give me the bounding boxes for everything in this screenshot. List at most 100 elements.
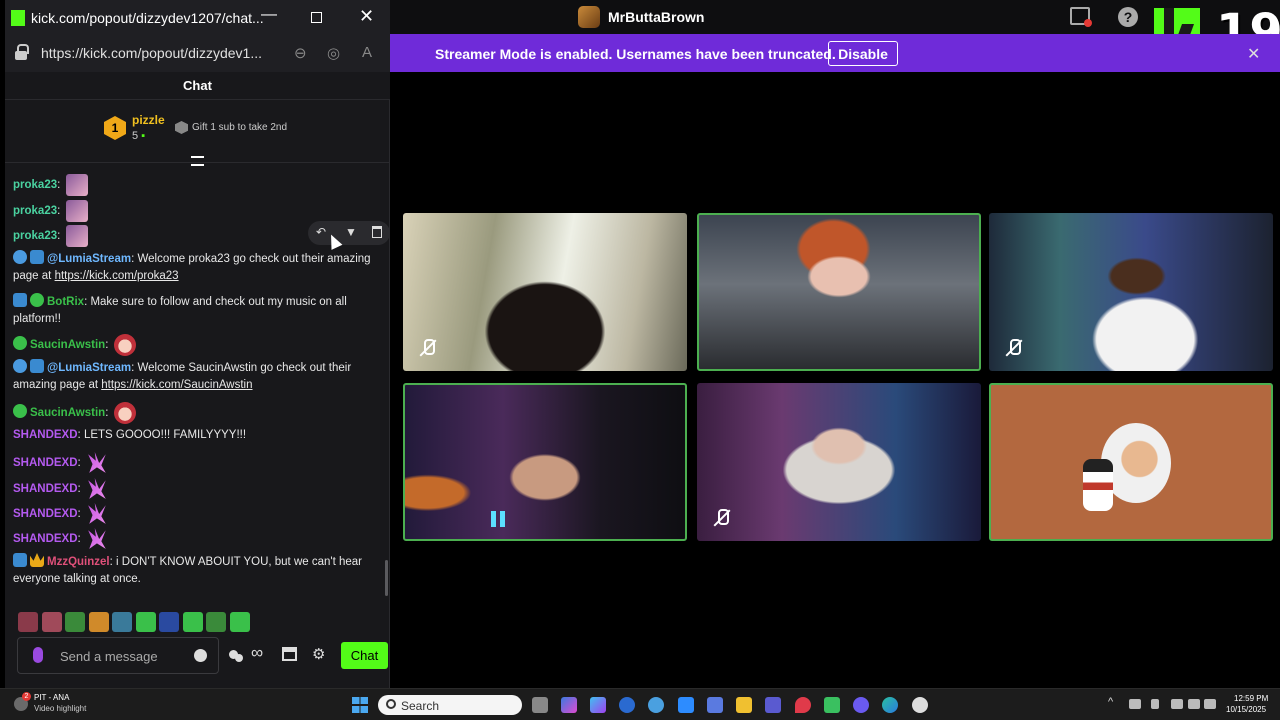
chat-username[interactable]: BotRix xyxy=(47,296,84,308)
tracking-prevention-icon[interactable]: ◎ xyxy=(327,44,340,62)
video-tile[interactable] xyxy=(989,213,1273,371)
chat-scrollbar[interactable] xyxy=(385,560,388,596)
mic-tray-icon[interactable] xyxy=(1151,699,1159,709)
chat-username[interactable]: @LumiaStream xyxy=(47,362,131,374)
chat-message[interactable]: SaucinAwstin: xyxy=(13,402,375,424)
infinity-icon[interactable]: ∞ xyxy=(251,643,263,663)
chat-message[interactable]: proka23: xyxy=(13,200,375,222)
chat-message[interactable]: proka23: xyxy=(13,174,375,196)
chat-message-link[interactable]: https://kick.com/proka23 xyxy=(55,270,179,282)
chat-message[interactable]: SHANDEXD: xyxy=(13,503,375,525)
chat-message[interactable]: BotRix: Make sure to follow and check ou… xyxy=(13,293,375,328)
browser-app-icon[interactable] xyxy=(648,697,664,713)
chat-username[interactable]: SHANDEXD xyxy=(13,508,78,520)
video-tile-active[interactable] xyxy=(403,383,687,541)
chat-username[interactable]: SHANDEXD xyxy=(13,533,78,545)
close-window-icon[interactable]: ✕ xyxy=(359,6,374,27)
quick-emote-icon[interactable] xyxy=(18,612,38,632)
tray-chevron-icon[interactable]: ^ xyxy=(1108,696,1113,708)
video-tile-avatar[interactable] xyxy=(989,383,1273,541)
chat-username[interactable]: MzzQuinzel xyxy=(47,556,110,568)
leader-name[interactable]: pizzle xyxy=(132,113,165,127)
collapse-icon[interactable] xyxy=(191,156,204,166)
message-composer[interactable] xyxy=(17,637,219,674)
quick-emote-icon[interactable] xyxy=(229,612,250,632)
copilot-icon[interactable] xyxy=(561,697,577,713)
chat-username[interactable]: SaucinAwstin xyxy=(30,339,105,351)
emoji-icon[interactable] xyxy=(194,649,207,662)
task-view-icon[interactable] xyxy=(532,697,548,713)
volume-icon[interactable] xyxy=(1188,699,1200,709)
url-text[interactable]: https://kick.com/popout/dizzydev1... xyxy=(41,45,262,61)
chat-message-link[interactable]: https://kick.com/SaucinAwstin xyxy=(101,379,252,391)
quick-emote-icon[interactable] xyxy=(41,612,62,632)
widget-subtitle[interactable]: Video highlight xyxy=(34,704,86,713)
maximize-icon[interactable] xyxy=(311,12,322,23)
chat-username[interactable]: @LumiaStream xyxy=(47,253,131,265)
chat-message[interactable]: @LumiaStream: Welcome SaucinAwstin go ch… xyxy=(13,359,375,394)
quick-emote-icon[interactable] xyxy=(112,612,132,632)
chat-username[interactable]: SHANDEXD xyxy=(13,483,78,495)
chat-username[interactable]: proka23 xyxy=(13,179,57,191)
start-windows-icon[interactable] xyxy=(352,697,368,713)
teams-icon[interactable] xyxy=(765,697,781,713)
battery-icon[interactable] xyxy=(1204,699,1216,709)
chat-username[interactable]: proka23 xyxy=(13,230,57,242)
minimize-icon[interactable]: — xyxy=(261,6,277,24)
gift-sub-text[interactable]: Gift 1 sub to take 2nd xyxy=(192,122,287,133)
microphone-icon[interactable] xyxy=(33,647,43,663)
chat-message[interactable]: proka23: xyxy=(13,225,375,247)
pause-icon[interactable] xyxy=(491,511,507,527)
channel-points-icon[interactable] xyxy=(229,648,247,662)
channel-avatar[interactable] xyxy=(578,6,600,28)
chat-message[interactable]: SHANDEXD: xyxy=(13,478,375,500)
wifi-icon[interactable] xyxy=(1171,699,1183,709)
app-icon[interactable] xyxy=(590,697,606,713)
clock-date[interactable]: 10/15/2025 xyxy=(1226,705,1266,714)
address-bar[interactable]: https://kick.com/popout/dizzydev1... ⊖ ◎… xyxy=(5,36,390,72)
store-icon[interactable] xyxy=(282,647,297,661)
clock-time[interactable]: 12:59 PM xyxy=(1234,694,1268,703)
close-icon[interactable]: ✕ xyxy=(1247,44,1260,64)
mic-off-tray-icon[interactable] xyxy=(1129,699,1141,709)
chat-message[interactable]: SHANDEXD: xyxy=(13,452,375,474)
obs-icon[interactable] xyxy=(912,697,928,713)
maps-app-icon[interactable] xyxy=(795,697,811,713)
chat-message[interactable]: SHANDEXD: LETS GOOOO!!! FAMILYYYY!!! xyxy=(13,427,375,444)
chat-message[interactable]: MzzQuinzel: i DON'T KNOW ABOUIT YOU, but… xyxy=(13,553,375,588)
chat-username[interactable]: proka23 xyxy=(13,205,57,217)
zoom-app-icon[interactable] xyxy=(678,697,694,713)
lock-icon[interactable] xyxy=(15,44,29,60)
message-input[interactable] xyxy=(60,647,190,665)
help-icon[interactable]: ? xyxy=(1118,7,1138,27)
quick-emote-icon[interactable] xyxy=(206,612,226,632)
sub-leaderboard[interactable]: 1 pizzle 5 ▪ Gift 1 sub to take 2nd xyxy=(5,100,390,166)
taskbar-search[interactable]: Search xyxy=(378,695,522,715)
edge-icon[interactable] xyxy=(882,697,898,713)
zoom-icon[interactable]: ⊖ xyxy=(294,44,307,62)
quick-emote-icon[interactable] xyxy=(88,612,109,632)
store-app-icon[interactable] xyxy=(707,697,723,713)
video-tile-active[interactable] xyxy=(697,213,981,371)
file-explorer-icon[interactable] xyxy=(736,697,752,713)
send-chat-button[interactable]: Chat xyxy=(341,642,388,669)
widget-title[interactable]: PIT - ANA xyxy=(34,693,69,702)
chat-username[interactable]: SHANDEXD xyxy=(13,457,78,469)
chat-username[interactable]: SHANDEXD xyxy=(13,429,78,441)
discord-icon[interactable] xyxy=(853,697,869,713)
app-icon[interactable] xyxy=(824,697,840,713)
quick-emote-icon[interactable] xyxy=(135,612,156,632)
chat-message[interactable]: SHANDEXD: xyxy=(13,528,375,550)
screen-share-icon[interactable] xyxy=(1070,7,1092,27)
video-tile[interactable] xyxy=(403,213,687,371)
video-tile[interactable] xyxy=(697,383,981,541)
disable-button[interactable]: Disable xyxy=(828,41,898,66)
quick-emote-icon[interactable] xyxy=(159,612,179,632)
quick-emote-icon[interactable] xyxy=(182,612,203,632)
chat-username[interactable]: SaucinAwstin xyxy=(30,407,105,419)
hp-icon[interactable] xyxy=(619,697,635,713)
quick-emote-icon[interactable] xyxy=(65,612,85,632)
chat-message[interactable]: @LumiaStream: Welcome proka23 go check o… xyxy=(13,250,375,285)
chat-message[interactable]: SaucinAwstin: xyxy=(13,334,375,356)
settings-gear-icon[interactable]: ⚙ xyxy=(312,645,325,663)
